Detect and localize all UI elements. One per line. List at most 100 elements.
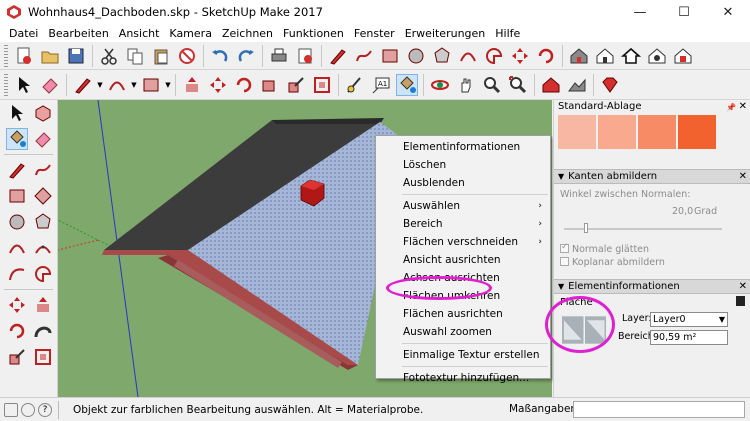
line-icon[interactable] [72, 74, 94, 96]
close-button[interactable]: ✕ [706, 0, 750, 24]
select-icon[interactable] [6, 102, 28, 124]
paint-bucket-icon[interactable] [6, 128, 28, 150]
menu-zeichnen[interactable]: Zeichnen [217, 27, 278, 40]
menu-kamera[interactable]: Kamera [164, 27, 217, 40]
open-folder-icon[interactable] [39, 45, 61, 67]
circle-icon[interactable] [6, 211, 28, 233]
follow-me-icon[interactable] [32, 320, 54, 342]
arc-icon[interactable] [457, 45, 479, 67]
soften-edges-header[interactable]: ▼ Kanten abmildern ✕ [554, 169, 750, 184]
menu-funktionen[interactable]: Funktionen [278, 27, 349, 40]
menu-erweiterungen[interactable]: Erweiterungen [400, 27, 491, 40]
move-tool-icon[interactable] [207, 74, 229, 96]
house-up-icon[interactable] [594, 45, 616, 67]
rectangle-icon[interactable] [6, 185, 28, 207]
chevron-down-icon[interactable]: ▼ [130, 74, 138, 96]
ctx-elementinformationen[interactable]: Elementinformationen [376, 138, 550, 156]
rotate-tool-icon[interactable] [233, 74, 255, 96]
push-pull-icon[interactable] [181, 74, 203, 96]
rectangle-icon[interactable] [379, 45, 401, 67]
circle-icon[interactable] [405, 45, 427, 67]
rotated-rectangle-icon[interactable] [32, 185, 54, 207]
new-file-icon[interactable] [13, 45, 35, 67]
soften-coplanar-option[interactable]: Koplanar abmildern [560, 257, 665, 268]
menu-hilfe[interactable]: Hilfe [490, 27, 525, 40]
entity-info-header[interactable]: ▼ Elementinformationen ✕ [554, 279, 750, 294]
scale-icon[interactable] [285, 74, 307, 96]
save-icon[interactable] [65, 45, 87, 67]
orbit-icon[interactable] [429, 74, 451, 96]
angle-slider-thumb[interactable] [584, 223, 588, 233]
eraser-icon[interactable] [32, 128, 54, 150]
zoom-extents-icon[interactable] [507, 74, 529, 96]
close-icon[interactable]: ✕ [739, 100, 747, 114]
pin-icon[interactable]: 📌 [726, 101, 736, 115]
ruby-icon[interactable] [599, 74, 621, 96]
push-pull-icon[interactable] [32, 294, 54, 316]
extension-manager-icon[interactable] [672, 45, 694, 67]
freehand-icon[interactable] [353, 45, 375, 67]
eraser-icon[interactable] [39, 74, 61, 96]
pie-icon[interactable] [32, 263, 54, 285]
minimize-button[interactable]: — [618, 0, 662, 24]
home-icon[interactable] [620, 45, 642, 67]
pan-icon[interactable] [455, 74, 477, 96]
undo-icon[interactable] [209, 45, 231, 67]
zoom-icon[interactable] [481, 74, 503, 96]
polygon-icon[interactable] [431, 45, 453, 67]
maximize-button[interactable]: ☐ [662, 0, 706, 24]
follow-me-icon[interactable] [259, 74, 281, 96]
paste-icon[interactable] [150, 45, 172, 67]
copy-icon[interactable] [124, 45, 146, 67]
toolbar-grip[interactable] [4, 73, 8, 96]
erase-icon[interactable] [176, 45, 198, 67]
help-icon[interactable]: ? [38, 402, 52, 417]
menu-bearbeiten[interactable]: Bearbeiten [43, 27, 113, 40]
toolbar-grip[interactable] [4, 44, 8, 67]
line-icon[interactable] [6, 159, 28, 181]
ctx-auswaehlen[interactable]: Auswählen › [376, 197, 550, 215]
toggle-terrain-icon[interactable] [566, 74, 588, 96]
ctx-auswahl-zoomen[interactable]: Auswahl zoomen [376, 323, 550, 341]
smooth-normals-option[interactable]: Normale glätten [560, 242, 649, 255]
polygon-icon[interactable] [32, 211, 54, 233]
material-swatch[interactable] [678, 115, 716, 149]
three-point-arc-icon[interactable] [6, 263, 28, 285]
select-icon[interactable] [13, 74, 35, 96]
warehouse-icon[interactable] [568, 45, 590, 67]
extension-warehouse-icon[interactable] [646, 45, 668, 67]
credits-icon[interactable] [21, 402, 35, 417]
menu-fenster[interactable]: Fenster [349, 27, 400, 40]
shape-icon[interactable] [140, 74, 162, 96]
print-icon[interactable] [268, 45, 290, 67]
geo-location-icon[interactable] [4, 402, 18, 417]
ctx-einmalige-textur[interactable]: Einmalige Textur erstellen [376, 346, 550, 364]
freehand-icon[interactable] [32, 159, 54, 181]
menu-ansicht[interactable]: Ansicht [114, 27, 165, 40]
arc-icon[interactable] [6, 237, 28, 259]
cut-icon[interactable] [98, 45, 120, 67]
move-icon[interactable] [6, 294, 28, 316]
material-swatch[interactable] [638, 115, 676, 149]
ctx-ausblenden[interactable]: Ausblenden [376, 174, 550, 192]
add-location-icon[interactable] [540, 74, 562, 96]
offset-icon[interactable] [32, 346, 54, 368]
tape-measure-icon[interactable] [344, 74, 366, 96]
redo-icon[interactable] [235, 45, 257, 67]
ctx-flaechen-verschneiden[interactable]: Flächen verschneiden › [376, 233, 550, 251]
move-icon[interactable] [509, 45, 531, 67]
arc-tool-icon[interactable] [106, 74, 128, 96]
offset-icon[interactable] [311, 74, 333, 96]
pencil-icon[interactable] [327, 45, 349, 67]
scale-icon[interactable] [6, 346, 28, 368]
material-swatch[interactable] [598, 115, 636, 149]
details-toggle-icon[interactable] [736, 296, 745, 306]
rotate-icon[interactable] [535, 45, 557, 67]
ctx-flaechen-ausrichten[interactable]: Flächen ausrichten [376, 305, 550, 323]
model-info-icon[interactable] [294, 45, 316, 67]
menu-datei[interactable]: Datei [4, 27, 43, 40]
text-icon[interactable]: A1 [370, 74, 392, 96]
checkbox[interactable] [560, 242, 569, 253]
pie-icon[interactable] [483, 45, 505, 67]
paint-bucket-icon[interactable] [396, 73, 418, 96]
